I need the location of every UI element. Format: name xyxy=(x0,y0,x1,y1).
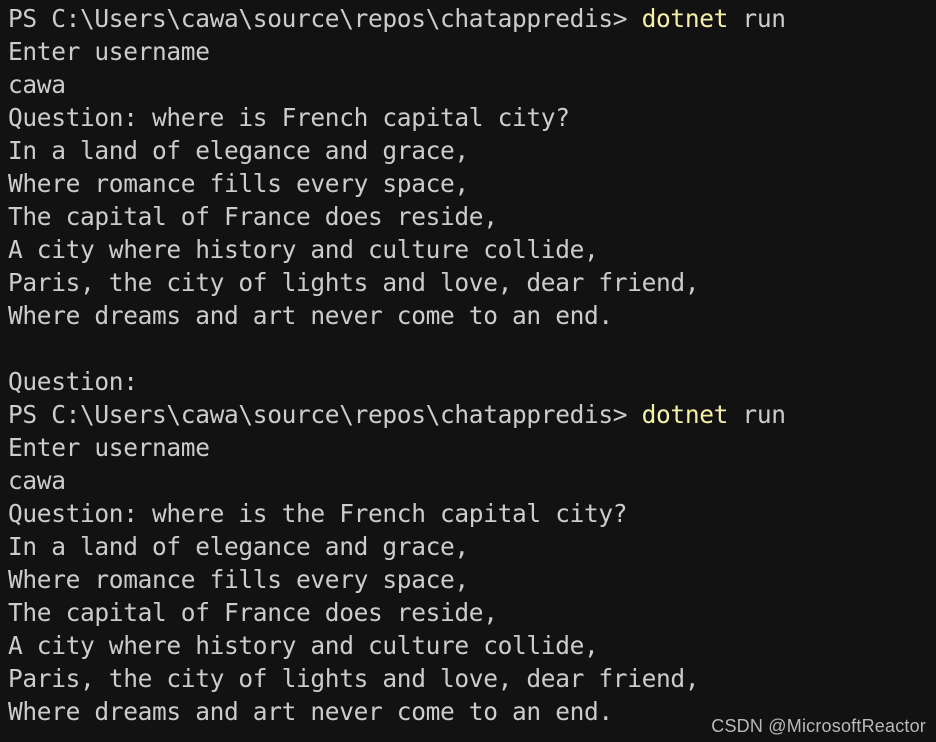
terminal-text: In a land of elegance and grace, xyxy=(8,532,469,561)
terminal-text: run xyxy=(728,4,786,33)
terminal-text: Question: where is French capital city? xyxy=(8,103,570,132)
terminal-text: The capital of France does reside, xyxy=(8,598,498,627)
terminal-text: The capital of France does reside, xyxy=(8,202,498,231)
terminal-line: PS C:\Users\cawa\source\repos\chatappred… xyxy=(8,398,936,431)
terminal-window[interactable]: PS C:\Users\cawa\source\repos\chatappred… xyxy=(0,0,936,742)
terminal-line: In a land of elegance and grace, xyxy=(8,134,936,167)
terminal-text: cawa xyxy=(8,466,66,495)
terminal-text: PS C:\Users\cawa\source\repos\chatappred… xyxy=(8,400,642,429)
terminal-text: run xyxy=(728,400,786,429)
terminal-text: Where romance fills every space, xyxy=(8,565,469,594)
terminal-text: Paris, the city of lights and love, dear… xyxy=(8,664,700,693)
terminal-text: Where dreams and art never come to an en… xyxy=(8,301,613,330)
terminal-line: The capital of France does reside, xyxy=(8,200,936,233)
terminal-text: A city where history and culture collide… xyxy=(8,631,599,660)
terminal-text: Where romance fills every space, xyxy=(8,169,469,198)
terminal-line: PS C:\Users\cawa\source\repos\chatappred… xyxy=(8,2,936,35)
terminal-text: Question: xyxy=(8,367,138,396)
terminal-line: Enter username xyxy=(8,431,936,464)
terminal-text: cawa xyxy=(8,70,66,99)
terminal-line: The capital of France does reside, xyxy=(8,596,936,629)
terminal-line: Question: where is French capital city? xyxy=(8,101,936,134)
terminal-text: Question: where is the French capital ci… xyxy=(8,499,628,528)
terminal-text: Where dreams and art never come to an en… xyxy=(8,697,613,726)
command-token: dotnet xyxy=(641,400,729,429)
terminal-line: A city where history and culture collide… xyxy=(8,233,936,266)
terminal-text: Enter username xyxy=(8,433,210,462)
terminal-line: Enter username xyxy=(8,35,936,68)
terminal-line: Paris, the city of lights and love, dear… xyxy=(8,662,936,695)
terminal-output: PS C:\Users\cawa\source\repos\chatappred… xyxy=(8,2,936,728)
terminal-line: Where romance fills every space, xyxy=(8,563,936,596)
terminal-line: In a land of elegance and grace, xyxy=(8,530,936,563)
terminal-line: Where dreams and art never come to an en… xyxy=(8,299,936,332)
terminal-line: Where romance fills every space, xyxy=(8,167,936,200)
terminal-text: Paris, the city of lights and love, dear… xyxy=(8,268,700,297)
terminal-text: In a land of elegance and grace, xyxy=(8,136,469,165)
terminal-line: cawa xyxy=(8,68,936,101)
terminal-text: A city where history and culture collide… xyxy=(8,235,599,264)
terminal-text: PS C:\Users\cawa\source\repos\chatappred… xyxy=(8,4,642,33)
terminal-line: Question: where is the French capital ci… xyxy=(8,497,936,530)
terminal-line: cawa xyxy=(8,464,936,497)
terminal-line: Paris, the city of lights and love, dear… xyxy=(8,266,936,299)
command-token: dotnet xyxy=(641,4,729,33)
terminal-line: A city where history and culture collide… xyxy=(8,629,936,662)
terminal-line: Question: xyxy=(8,365,936,398)
watermark: CSDN @MicrosoftReactor xyxy=(711,716,926,736)
terminal-text: Enter username xyxy=(8,37,210,66)
